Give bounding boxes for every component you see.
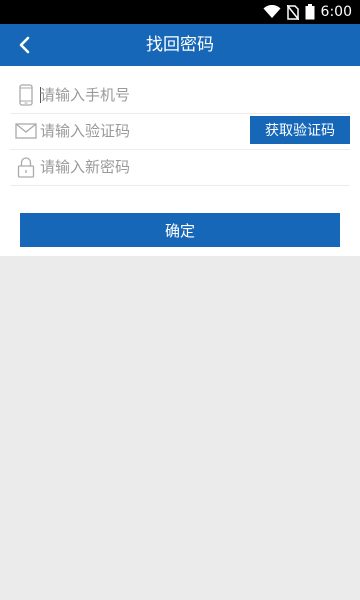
status-icons: 6:00 bbox=[263, 0, 352, 24]
back-button[interactable] bbox=[10, 30, 40, 60]
form-card: 获取验证码 确定 bbox=[0, 66, 360, 256]
battery-icon bbox=[305, 4, 315, 20]
phone-icon bbox=[14, 83, 38, 107]
chevron-left-icon bbox=[19, 36, 30, 54]
password-row bbox=[10, 149, 350, 186]
envelope-icon bbox=[14, 119, 38, 143]
app-bar: 找回密码 bbox=[0, 24, 360, 66]
get-code-button[interactable]: 获取验证码 bbox=[250, 116, 350, 144]
confirm-button[interactable]: 确定 bbox=[20, 213, 340, 247]
wifi-icon bbox=[263, 5, 281, 18]
status-time: 6:00 bbox=[320, 4, 352, 20]
lock-icon bbox=[14, 155, 38, 179]
phone-row bbox=[10, 77, 350, 114]
phone-input[interactable] bbox=[40, 81, 240, 109]
verification-code-input[interactable] bbox=[40, 117, 240, 145]
new-password-input[interactable] bbox=[40, 153, 240, 181]
status-bar: 6:00 bbox=[0, 0, 360, 24]
page-title: 找回密码 bbox=[146, 35, 214, 55]
no-sim-icon bbox=[286, 4, 299, 20]
